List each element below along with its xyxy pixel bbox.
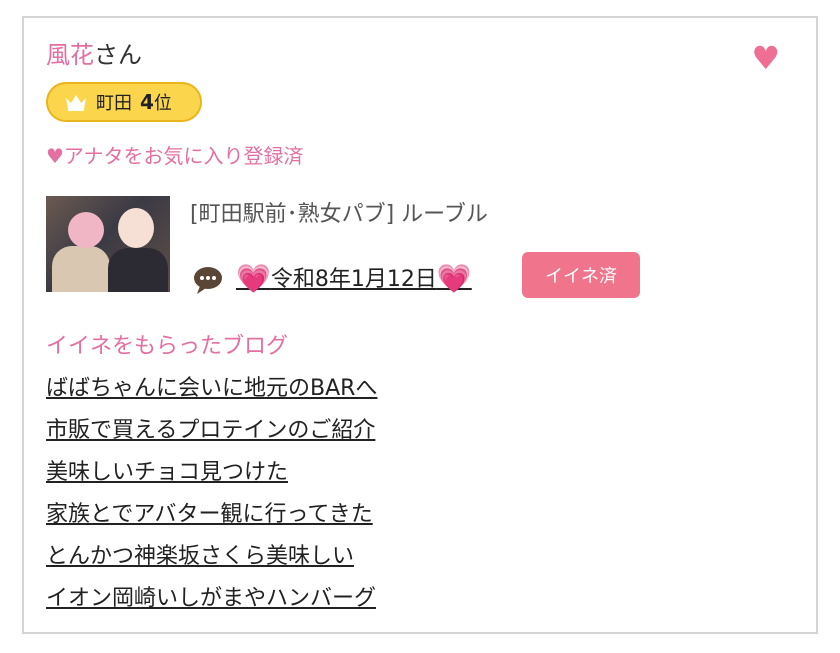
blog-link[interactable]: 美味しいチョコ見つけた (46, 460, 288, 485)
list-item: 家族とでアバター観に行ってきた (46, 500, 377, 542)
blog-link[interactable]: とんかつ神楽坂さくら美味しい (46, 544, 354, 569)
speech-bubble-icon (194, 267, 222, 294)
list-item: とんかつ神楽坂さくら美味しい (46, 542, 377, 584)
cast-photo[interactable] (46, 196, 170, 292)
cast-name-text[interactable]: 風花 (46, 41, 94, 69)
crown-icon (66, 95, 86, 111)
cast-card: 風花さん ♥ 町田 4 位 ♥アナタをお気に入り登録済 [町田駅前･熟女パブ] … (22, 16, 818, 634)
photo-face-left (68, 212, 104, 248)
blog-link[interactable]: 家族とでアバター観に行ってきた (46, 502, 373, 527)
photo-figure-right (108, 248, 168, 292)
favorite-status: ♥アナタをお気に入り登録済 (46, 144, 304, 168)
blog-list: ばばちゃんに会いに地元のBARへ 市販で買えるプロテインのご紹介 美味しいチョコ… (46, 374, 377, 626)
photo-figure-left (52, 246, 110, 292)
iine-date-link[interactable]: 💗令和8年1月12日💗 (236, 262, 472, 297)
photo-face-right (118, 208, 154, 248)
list-item: 美味しいチョコ見つけた (46, 458, 377, 500)
shop-name: [町田駅前･熟女パブ] ルーブル (190, 202, 488, 227)
cast-name: 風花さん (46, 40, 142, 70)
list-item: ばばちゃんに会いに地元のBARへ (46, 374, 377, 416)
blog-link[interactable]: ばばちゃんに会いに地元のBARへ (46, 376, 377, 401)
rank-badge: 町田 4 位 (46, 82, 202, 122)
rank-area: 町田 (96, 93, 132, 114)
rank-suffix: 位 (153, 93, 172, 114)
blog-section-title: イイネをもらったブログ (46, 334, 289, 359)
heart-right-icon: 💗 (436, 262, 472, 295)
iine-date: 令和8年1月12日 (270, 267, 437, 292)
list-item: イオン岡崎いしがまやハンバーグ (46, 584, 377, 626)
rank-number: 4 (140, 90, 154, 114)
favorite-heart-icon[interactable]: ♥ (751, 42, 780, 74)
blog-link[interactable]: 市販で買えるプロテインのご紹介 (46, 418, 375, 443)
cast-name-suffix: さん (94, 41, 142, 69)
blog-link[interactable]: イオン岡崎いしがまやハンバーグ (46, 586, 376, 611)
heart-left-icon: 💗 (236, 262, 271, 295)
list-item: 市販で買えるプロテインのご紹介 (46, 416, 377, 458)
iine-done-button[interactable]: イイネ済 (522, 252, 640, 298)
